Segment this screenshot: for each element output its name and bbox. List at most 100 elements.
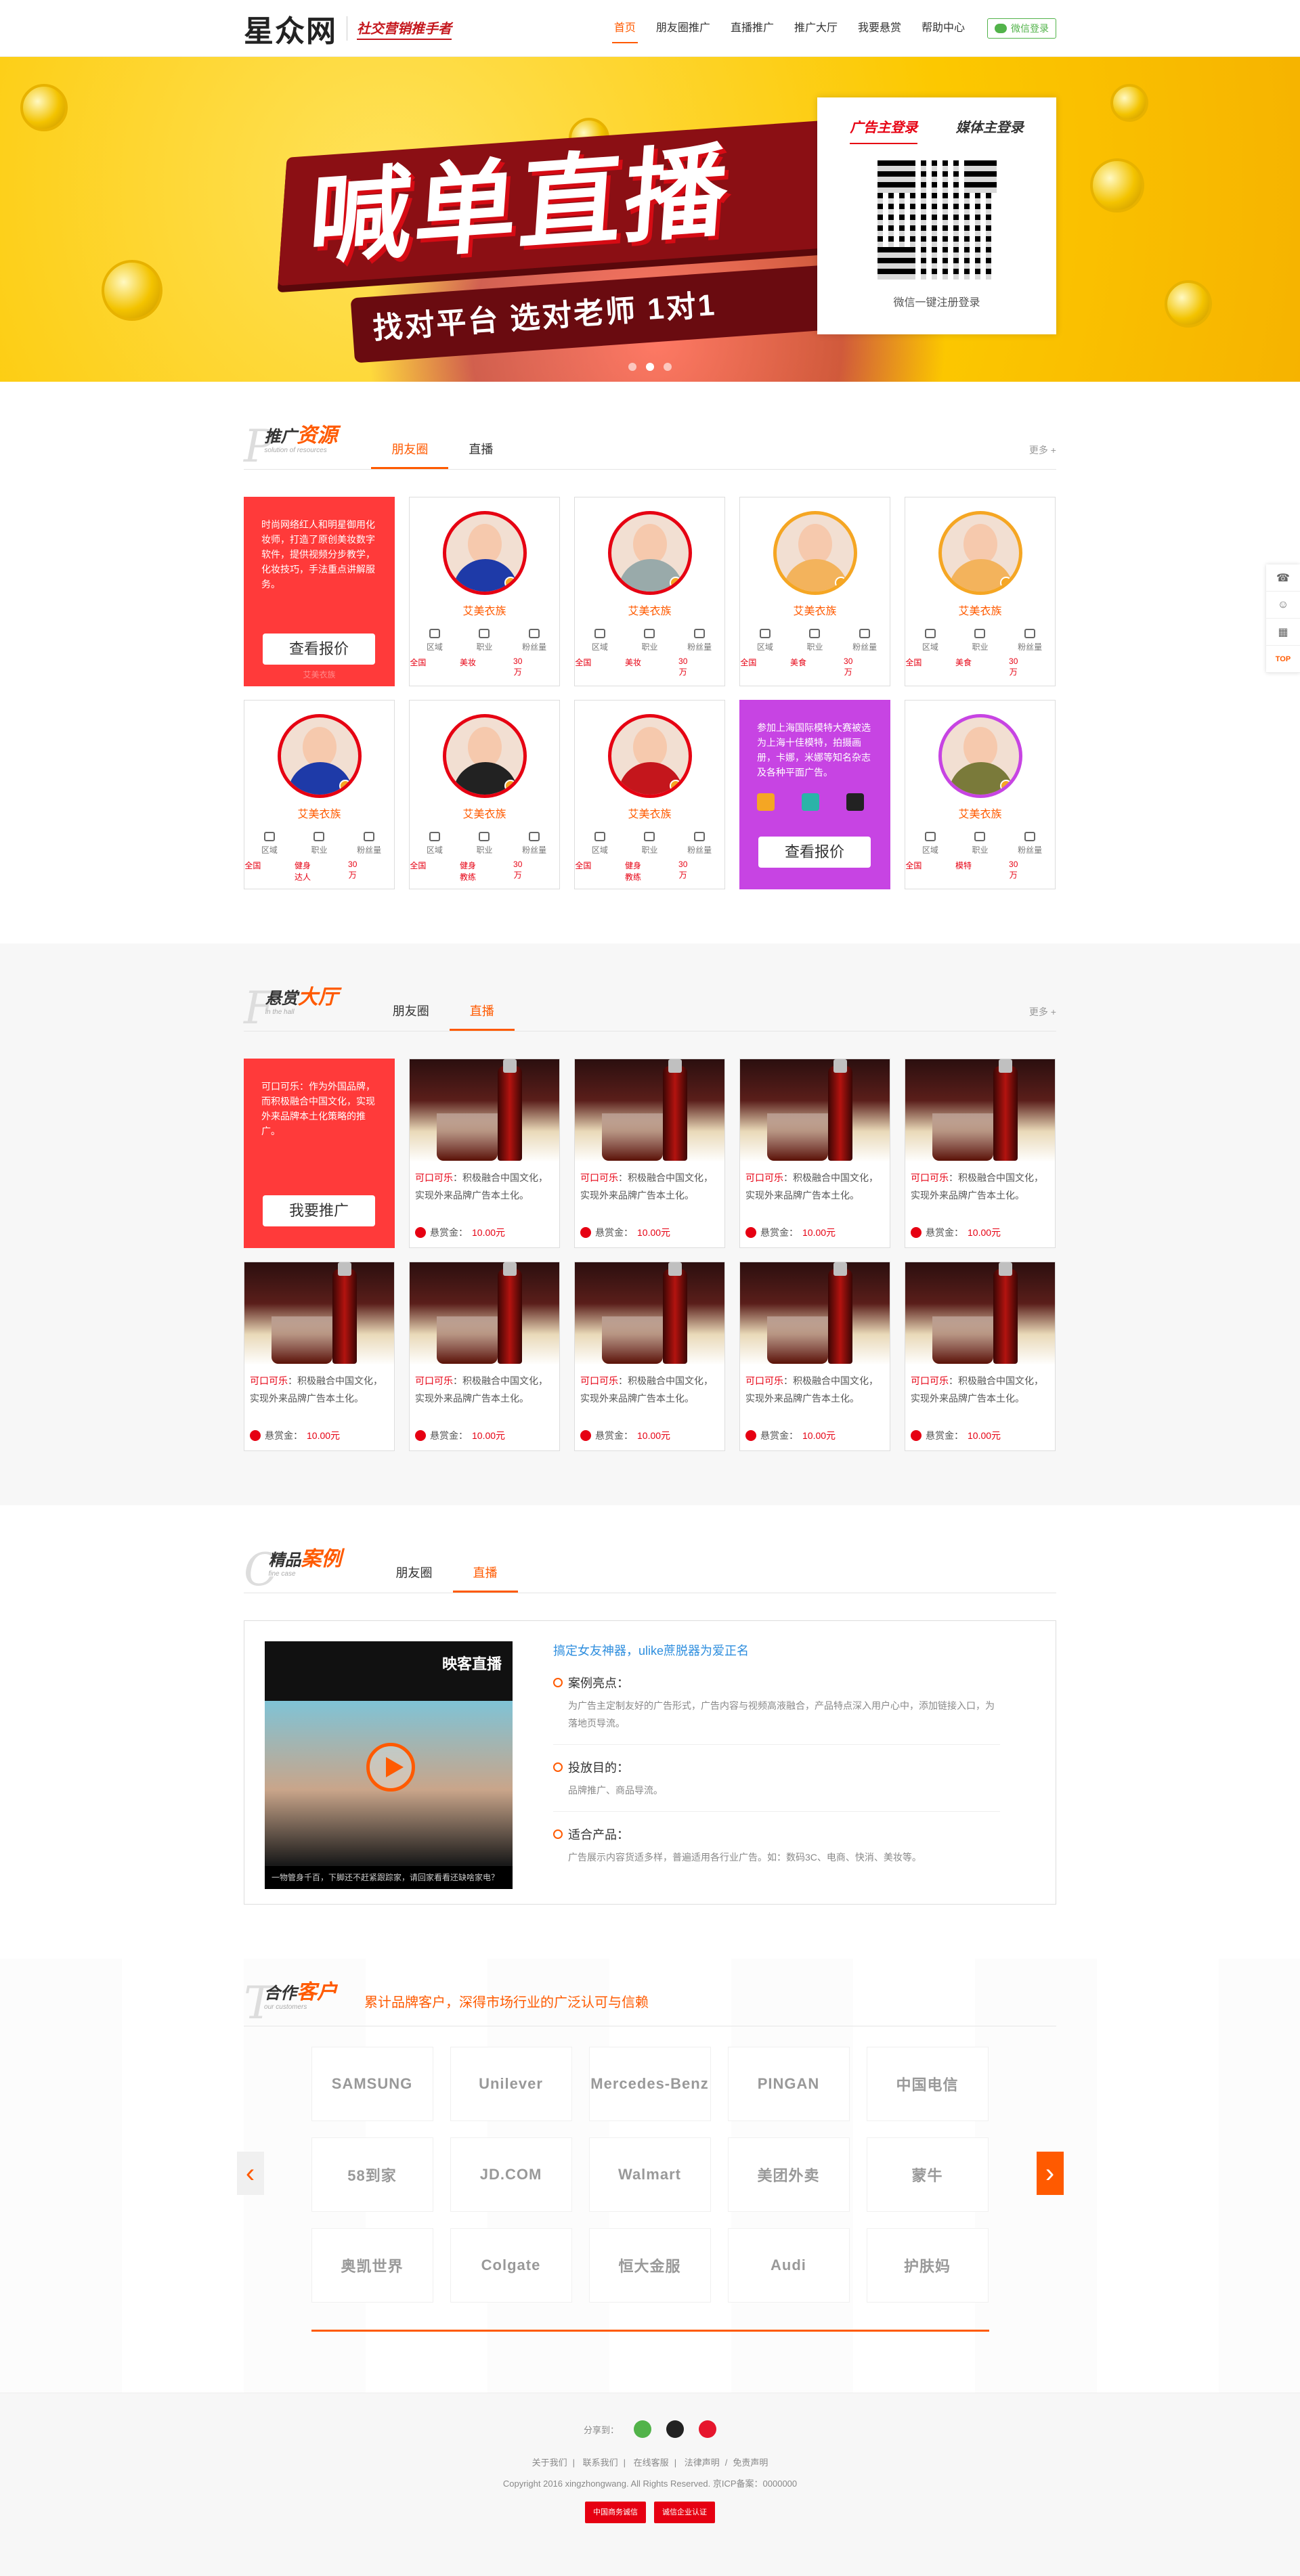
creator-name[interactable]: 艾美衣族 — [244, 805, 394, 821]
partner-logo[interactable]: Mercedes-Benz — [588, 2047, 711, 2121]
tab-advertiser-login[interactable]: 广告主登录 — [850, 116, 918, 144]
reward-card[interactable]: 可口可乐：积极融合中国文化，实现外来品牌广告本土化。 悬赏金： 10.00元 — [905, 1262, 1056, 1451]
phone-icon[interactable]: ☎ — [1266, 564, 1300, 592]
partner-logo[interactable]: 恒大金服 — [588, 2228, 711, 2303]
tab-media-login[interactable]: 媒体主登录 — [956, 116, 1024, 144]
case-section: C 精品案例 fine case 朋友圈 直播 映客直播 一物管身千百，下脚还不… — [0, 1505, 1300, 1959]
partner-logo[interactable]: Walmart — [588, 2137, 711, 2212]
trust-badge[interactable]: 诚信企业认证 — [654, 2502, 715, 2523]
nav-live-promo[interactable]: 直播推广 — [720, 0, 784, 57]
footer-link-legal[interactable]: 法律声明 — [685, 2458, 720, 2468]
nav-post-reward[interactable]: 我要悬赏 — [848, 0, 911, 57]
login-panel: 广告主登录 媒体主登录 微信一键注册登录 — [817, 97, 1056, 334]
creator-name[interactable]: 艾美衣族 — [410, 805, 559, 821]
promo-card[interactable]: 艾美衣族区域 全国 职业 美食 粉丝量 30万 — [739, 497, 890, 686]
creator-name[interactable]: 艾美衣族 — [905, 805, 1055, 821]
partner-logo[interactable]: PINGAN — [727, 2047, 850, 2121]
case-video[interactable]: 映客直播 一物管身千百，下脚还不赶紧跟踪家，请回家看看还缺啥家电？ — [265, 1641, 513, 1889]
promo-card[interactable]: 艾美衣族 区域 全国 职业 健身教练 粉丝量 30万 — [574, 700, 725, 889]
meta-label: 区域 — [922, 845, 938, 855]
reward-card[interactable]: 可口可乐：积极融合中国文化，实现外来品牌广告本土化。 悬赏金： 10.00元 — [574, 1262, 725, 1451]
creator-name[interactable]: 艾美衣族 — [740, 602, 890, 618]
nav-help[interactable]: 帮助中心 — [911, 0, 975, 57]
creator-name[interactable]: 艾美衣族 — [905, 602, 1055, 618]
reward-card[interactable]: 可口可乐：积极融合中国文化，实现外来品牌广告本土化。 悬赏金： 10.00元 — [244, 1262, 395, 1451]
promo-card[interactable]: 艾美衣族 区域 全国 职业 美食 粉丝量 30万 — [905, 497, 1056, 686]
brand-name: 可口可乐 — [745, 1172, 783, 1183]
meta-label: 职业 — [641, 845, 658, 855]
qr-icon[interactable]: ▦ — [1266, 619, 1300, 646]
wechat-login-button[interactable]: 微信登录 — [987, 18, 1056, 39]
view-quote-button[interactable]: 查看报价 — [758, 837, 871, 868]
tab-live[interactable]: 直播 — [448, 440, 513, 469]
featured-reward-card[interactable]: 可口可乐：作为外国品牌，而积极融合中国文化，实现外来品牌本土化策略的推广。 我要推… — [244, 1059, 395, 1248]
hero-banner[interactable]: 喊单直播 找对平台 选对老师 1对1 广告主登录 媒体主登录 微信一键注册登录 — [0, 57, 1300, 382]
reward-card[interactable]: 可口可乐：积极融合中国文化，实现外来品牌广告本土化。 悬赏金： 10.00元 — [739, 1262, 890, 1451]
meta-value: 全国 — [575, 658, 592, 667]
partner-logo[interactable]: JD.COM — [450, 2137, 572, 2212]
creator-name[interactable]: 艾美衣族 — [575, 805, 724, 821]
trust-badge[interactable]: 中国商务诚信 — [585, 2502, 646, 2523]
footer-link-disclaimer[interactable]: 免责声明 — [733, 2458, 768, 2468]
money-bag-icon — [250, 1430, 261, 1441]
partner-logo[interactable]: 中国电信 — [866, 2047, 989, 2121]
next-arrow-button[interactable]: › — [1036, 2152, 1064, 2195]
reward-card[interactable]: 可口可乐：积极融合中国文化，实现外来品牌广告本土化。 悬赏金： 10.00元 — [409, 1059, 560, 1248]
reward-card[interactable]: 可口可乐：积极融合中国文化，实现外来品牌广告本土化。 悬赏金： 10.00元 — [739, 1059, 890, 1248]
video-logo: 映客直播 — [441, 1656, 502, 1672]
reward-card[interactable]: 可口可乐：积极融合中国文化，实现外来品牌广告本土化。 悬赏金： 10.00元 — [409, 1262, 560, 1451]
footer-link-contact[interactable]: 联系我们 — [583, 2458, 618, 2468]
partner-logo[interactable]: 护肤妈 — [866, 2228, 989, 2303]
tab-live[interactable]: 直播 — [452, 1563, 518, 1593]
banner-dot[interactable] — [646, 363, 654, 371]
nav-home[interactable]: 首页 — [604, 0, 646, 57]
partner-logo[interactable]: SAMSUNG — [311, 2047, 433, 2121]
brand-name: 可口可乐 — [911, 1375, 949, 1386]
reward-card[interactable]: 可口可乐：积极融合中国文化，实现外来品牌广告本土化。 悬赏金： 10.00元 — [574, 1059, 725, 1248]
tab-moments[interactable]: 朋友圈 — [372, 1002, 450, 1031]
meta-value: 全国 — [905, 861, 922, 870]
featured-creator-card[interactable]: 时尚网络红人和明星御用化妆师，打造了原创美妆数字软件，提供视频分步教学，化妆技巧… — [244, 497, 395, 686]
promote-button[interactable]: 我要推广 — [263, 1195, 375, 1226]
brand-name: 可口可乐 — [580, 1375, 618, 1386]
partner-logo[interactable]: Colgate — [450, 2228, 572, 2303]
banner-dot[interactable] — [664, 363, 672, 371]
more-link[interactable]: 更多 + — [1029, 1005, 1056, 1019]
promo-card[interactable]: 艾美衣族 区域 全国 职业 美妆 粉丝量 30万 — [574, 497, 725, 686]
money-bag-icon — [745, 1430, 756, 1441]
nav-wechat-promo[interactable]: 朋友圈推广 — [646, 0, 720, 57]
wechat-share-icon[interactable] — [634, 2420, 651, 2438]
footer-link-service[interactable]: 在线客服 — [634, 2458, 669, 2468]
qq-share-icon[interactable] — [666, 2420, 684, 2438]
view-quote-button[interactable]: 查看报价 — [263, 634, 375, 665]
nav-promo-hall[interactable]: 推广大厅 — [784, 0, 848, 57]
creator-meta: 区域 全国 职业 美食 粉丝量 30万 — [740, 629, 890, 678]
partner-logo[interactable]: 58到家 — [311, 2137, 433, 2212]
tab-moments[interactable]: 朋友圈 — [371, 440, 449, 469]
more-link[interactable]: 更多 + — [1029, 443, 1056, 457]
partner-logo[interactable]: 美团外卖 — [727, 2137, 850, 2212]
promo-card[interactable]: 艾美衣族 区域 全国 职业 美妆 粉丝量 30万 — [409, 497, 560, 686]
partner-logo[interactable]: 奥凯世界 — [311, 2228, 433, 2303]
site-logo[interactable]: 星众网 — [244, 7, 337, 50]
weibo-share-icon[interactable] — [699, 2420, 716, 2438]
play-icon[interactable] — [366, 1743, 415, 1792]
back-to-top-button[interactable]: TOP — [1266, 646, 1300, 673]
case-title[interactable]: 搞定女友神器，ulike蔗脱器为爱正名 — [553, 1641, 1000, 1659]
partner-logo[interactable]: Audi — [727, 2228, 850, 2303]
featured-model-card[interactable]: 参加上海国际模特大赛被选为上海十佳模特，拍摄画册，卡娜，米娜等知名杂志及各种平面… — [739, 700, 890, 889]
partner-logo[interactable]: Unilever — [450, 2047, 572, 2121]
service-icon[interactable]: ☺ — [1266, 592, 1300, 619]
tab-moments[interactable]: 朋友圈 — [376, 1563, 453, 1593]
promo-card[interactable]: 艾美衣族 区域 全国 职业 健身达人 粉丝量 30万 — [244, 700, 395, 889]
creator-name[interactable]: 艾美衣族 — [410, 602, 559, 618]
banner-dot[interactable] — [628, 363, 636, 371]
promo-card[interactable]: 艾美衣族 区域 全国 职业 模特 粉丝量 30万 — [905, 700, 1056, 889]
prev-arrow-button[interactable]: ‹ — [236, 2152, 264, 2195]
footer-link-about[interactable]: 关于我们 — [532, 2458, 567, 2468]
reward-card[interactable]: 可口可乐：积极融合中国文化，实现外来品牌广告本土化。 悬赏金： 10.00元 — [905, 1059, 1056, 1248]
promo-card[interactable]: 艾美衣族 区域 全国 职业 健身教练 粉丝量 30万 — [409, 700, 560, 889]
tab-live[interactable]: 直播 — [449, 1002, 515, 1031]
creator-name[interactable]: 艾美衣族 — [575, 602, 724, 618]
partner-logo[interactable]: 蒙牛 — [866, 2137, 989, 2212]
